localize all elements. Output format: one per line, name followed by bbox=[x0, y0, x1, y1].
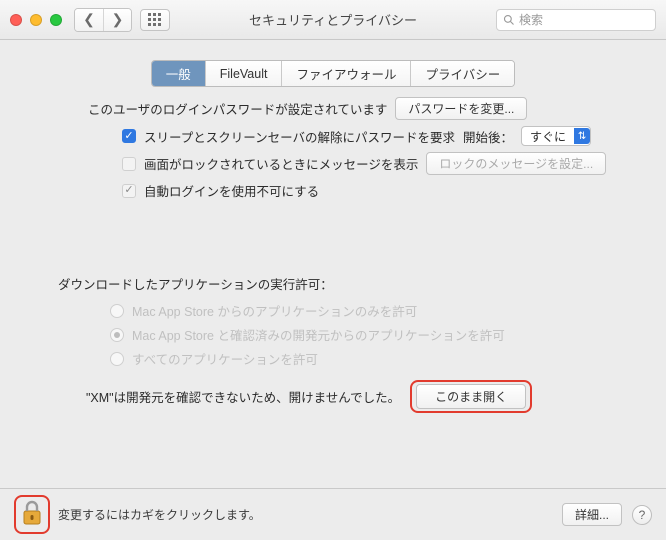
radio-identified-label: Mac App Store と確認済みの開発元からのアプリケーションを許可 bbox=[132, 325, 505, 344]
lock-message-label: 画面がロックされているときにメッセージを表示 bbox=[144, 154, 418, 173]
open-anyway-highlight: このまま開く bbox=[410, 380, 532, 413]
require-password-checkbox[interactable] bbox=[122, 129, 136, 143]
disable-autologin-checkbox[interactable] bbox=[122, 184, 136, 198]
set-lock-message-button: ロックのメッセージを設定... bbox=[426, 152, 606, 175]
radio-anywhere bbox=[110, 352, 124, 366]
delay-value: すぐに bbox=[530, 128, 566, 145]
search-placeholder: 検索 bbox=[519, 11, 543, 28]
titlebar: ❮ ❯ セキュリティとプライバシー 検索 bbox=[0, 0, 666, 40]
open-anyway-button[interactable]: このまま開く bbox=[416, 384, 526, 409]
chevron-updown-icon: ⇅ bbox=[574, 128, 590, 144]
search-icon bbox=[503, 14, 515, 26]
blocked-app-row: "XM"は開発元を確認できないため、開けませんでした。 このまま開く bbox=[86, 380, 636, 413]
tab-bar: 一般 FileVault ファイアウォール プライバシー bbox=[0, 60, 666, 87]
show-all-button[interactable] bbox=[140, 9, 170, 31]
content-area: このユーザのログインパスワードが設定されています パスワードを変更... スリー… bbox=[0, 97, 666, 413]
zoom-window-icon[interactable] bbox=[50, 14, 62, 26]
change-password-button[interactable]: パスワードを変更... bbox=[395, 97, 527, 120]
footer: 変更するにはカギをクリックします。 詳細... ? bbox=[0, 488, 666, 540]
lock-message: 変更するにはカギをクリックします。 bbox=[58, 506, 261, 523]
minimize-window-icon[interactable] bbox=[30, 14, 42, 26]
lock-message-row: 画面がロックされているときにメッセージを表示 ロックのメッセージを設定... bbox=[122, 152, 636, 175]
grid-icon bbox=[148, 13, 162, 27]
gatekeeper-title: ダウンロードしたアプリケーションの実行許可： bbox=[58, 274, 636, 293]
require-password-label: スリープとスクリーンセーバの解除にパスワードを要求 bbox=[144, 127, 455, 146]
forward-button[interactable]: ❯ bbox=[103, 9, 131, 31]
blocked-app-message: "XM"は開発元を確認できないため、開けませんでした。 bbox=[86, 387, 400, 406]
radio-appstore-label: Mac App Store からのアプリケーションのみを許可 bbox=[132, 301, 417, 320]
tab-filevault[interactable]: FileVault bbox=[205, 61, 282, 86]
password-set-row: このユーザのログインパスワードが設定されています パスワードを変更... bbox=[88, 97, 636, 120]
tab-general[interactable]: 一般 bbox=[152, 61, 205, 86]
advanced-button[interactable]: 詳細... bbox=[562, 503, 622, 526]
radio-appstore bbox=[110, 304, 124, 318]
lock-message-checkbox[interactable] bbox=[122, 157, 136, 171]
after-label: 開始後： bbox=[463, 127, 513, 146]
lock-highlight bbox=[14, 495, 50, 534]
tab-privacy[interactable]: プライバシー bbox=[410, 61, 514, 86]
require-password-row: スリープとスクリーンセーバの解除にパスワードを要求 開始後： すぐに ⇅ bbox=[122, 126, 636, 146]
lock-button[interactable] bbox=[21, 500, 43, 529]
delay-select[interactable]: すぐに ⇅ bbox=[521, 126, 591, 146]
gatekeeper-option-identified: Mac App Store と確認済みの開発元からのアプリケーションを許可 bbox=[110, 325, 636, 344]
gatekeeper-option-anywhere: すべてのアプリケーションを許可 bbox=[110, 349, 636, 368]
back-button[interactable]: ❮ bbox=[75, 9, 103, 31]
radio-identified bbox=[110, 328, 124, 342]
password-set-label: このユーザのログインパスワードが設定されています bbox=[88, 99, 387, 118]
gatekeeper-option-appstore: Mac App Store からのアプリケーションのみを許可 bbox=[110, 301, 636, 320]
lock-icon bbox=[21, 500, 43, 526]
disable-autologin-label: 自動ログインを使用不可にする bbox=[144, 181, 319, 200]
nav-buttons: ❮ ❯ bbox=[74, 8, 132, 32]
disable-autologin-row: 自動ログインを使用不可にする bbox=[122, 181, 636, 200]
window-controls bbox=[10, 14, 62, 26]
close-window-icon[interactable] bbox=[10, 14, 22, 26]
radio-anywhere-label: すべてのアプリケーションを許可 bbox=[132, 349, 318, 368]
help-button[interactable]: ? bbox=[632, 505, 652, 525]
search-field[interactable]: 検索 bbox=[496, 9, 656, 31]
tab-firewall[interactable]: ファイアウォール bbox=[281, 61, 410, 86]
